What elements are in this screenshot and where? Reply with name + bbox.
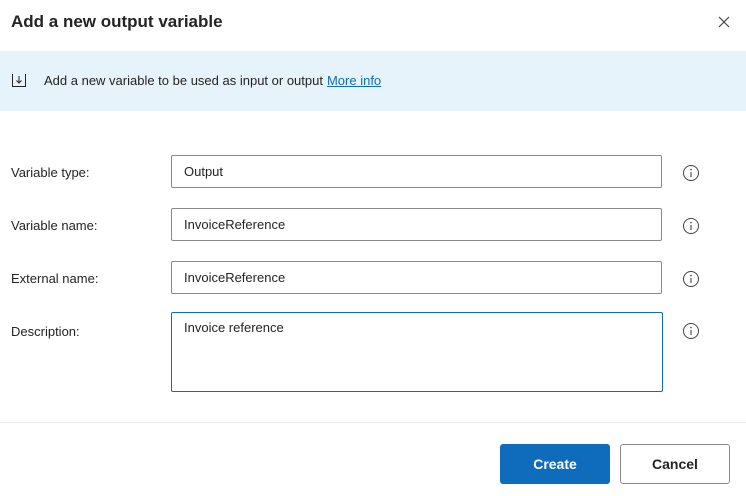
variable-type-label: Variable type: bbox=[11, 165, 90, 180]
dialog-title: Add a new output variable bbox=[11, 12, 223, 31]
download-arrow-icon bbox=[12, 74, 26, 87]
variable-name-label: Variable name: bbox=[11, 218, 98, 233]
close-icon bbox=[718, 16, 730, 28]
info-circle-icon bbox=[683, 218, 699, 234]
add-variable-dialog: Add a new output variable Add a new vari… bbox=[0, 0, 746, 496]
external-name-help[interactable] bbox=[682, 270, 700, 288]
close-button[interactable] bbox=[712, 10, 736, 34]
variable-name-help[interactable] bbox=[682, 217, 700, 235]
info-circle-icon bbox=[683, 271, 699, 287]
variable-type-help[interactable] bbox=[682, 164, 700, 182]
variable-type-field[interactable]: Output bbox=[171, 155, 662, 188]
cancel-button[interactable]: Cancel bbox=[620, 444, 730, 484]
description-label: Description: bbox=[11, 324, 80, 339]
description-textarea[interactable]: Invoice reference bbox=[171, 312, 663, 392]
dialog-header: Add a new output variable bbox=[0, 0, 746, 50]
info-banner-message: Add a new variable to be used as input o… bbox=[44, 73, 323, 88]
variable-name-input[interactable]: InvoiceReference bbox=[171, 208, 662, 241]
info-banner-text: Add a new variable to be used as input o… bbox=[44, 73, 381, 88]
more-info-link[interactable]: More info bbox=[327, 73, 381, 88]
info-circle-icon bbox=[683, 165, 699, 181]
external-name-label: External name: bbox=[11, 271, 99, 286]
info-circle-icon bbox=[683, 323, 699, 339]
external-name-input[interactable]: InvoiceReference bbox=[171, 261, 662, 294]
info-banner: Add a new variable to be used as input o… bbox=[0, 51, 746, 111]
create-button[interactable]: Create bbox=[500, 444, 610, 484]
footer-divider bbox=[0, 422, 746, 423]
description-help[interactable] bbox=[682, 322, 700, 340]
